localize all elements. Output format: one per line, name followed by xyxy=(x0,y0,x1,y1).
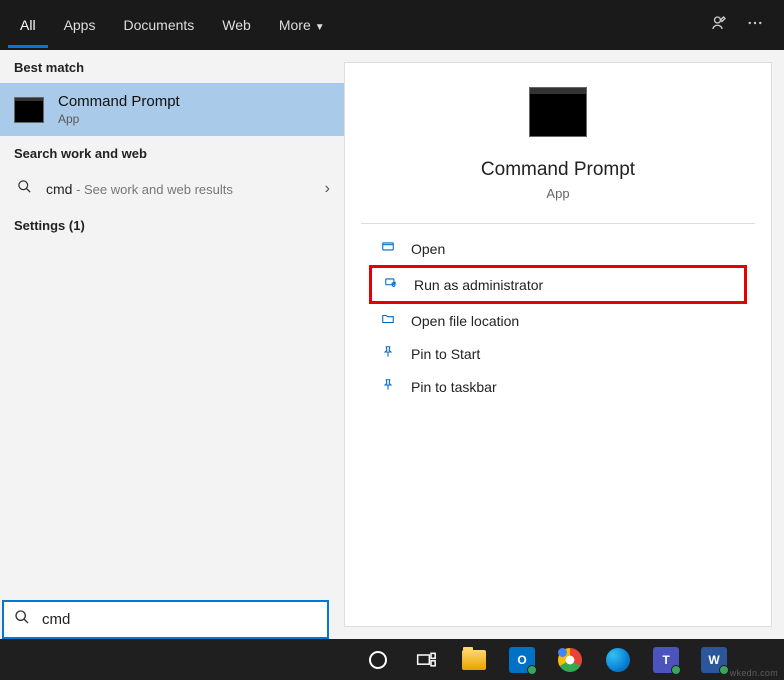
preview-panel: Command Prompt App Open Run as administr… xyxy=(344,62,772,627)
action-run-as-administrator[interactable]: Run as administrator xyxy=(369,265,747,304)
action-open-file-location[interactable]: Open file location xyxy=(369,304,747,337)
open-icon xyxy=(379,240,397,257)
chevron-down-icon: ▼ xyxy=(315,22,325,33)
preview-subtitle: App xyxy=(361,186,755,201)
best-match-label: Best match xyxy=(0,50,344,83)
search-input[interactable] xyxy=(42,611,317,628)
tab-all[interactable]: All xyxy=(8,3,48,48)
tab-documents[interactable]: Documents xyxy=(111,3,206,48)
best-match-result[interactable]: Command Prompt App xyxy=(0,83,344,136)
action-label: Open xyxy=(411,241,445,257)
outlook-icon: O xyxy=(509,647,535,673)
teams-icon: T xyxy=(653,647,679,673)
search-box[interactable] xyxy=(2,600,329,639)
watermark: wkedn.com xyxy=(730,668,778,678)
chrome-button[interactable] xyxy=(550,640,590,680)
teams-button[interactable]: T xyxy=(646,640,686,680)
preview-title: Command Prompt xyxy=(361,159,755,181)
command-prompt-icon xyxy=(529,87,587,137)
result-subtitle: App xyxy=(58,112,180,126)
action-pin-to-start[interactable]: Pin to Start xyxy=(369,337,747,370)
search-icon xyxy=(14,179,34,198)
chevron-right-icon: › xyxy=(325,180,330,198)
taskbar: O T W xyxy=(0,639,784,680)
cortana-icon xyxy=(369,651,387,669)
search-icon xyxy=(14,609,30,630)
filter-tabs: All Apps Documents Web More▼ xyxy=(8,3,710,48)
task-view-icon xyxy=(416,652,436,668)
action-label: Pin to Start xyxy=(411,346,480,362)
word-icon: W xyxy=(701,647,727,673)
word-button[interactable]: W xyxy=(694,640,734,680)
action-label: Open file location xyxy=(411,313,519,329)
divider xyxy=(361,223,755,224)
action-label: Pin to taskbar xyxy=(411,379,497,395)
action-pin-to-taskbar[interactable]: Pin to taskbar xyxy=(369,370,747,403)
web-result-text: cmd - See work and web results xyxy=(46,181,313,197)
edge-button[interactable] xyxy=(598,640,638,680)
command-prompt-icon xyxy=(14,97,44,123)
action-label: Run as administrator xyxy=(414,277,543,293)
pin-icon xyxy=(379,345,397,362)
pin-icon xyxy=(379,378,397,395)
admin-shield-icon xyxy=(382,276,400,293)
header-actions xyxy=(710,14,776,37)
outlook-button[interactable]: O xyxy=(502,640,542,680)
folder-icon xyxy=(462,650,486,670)
edge-icon xyxy=(606,648,630,672)
search-header: All Apps Documents Web More▼ xyxy=(0,0,784,50)
task-view-button[interactable] xyxy=(406,640,446,680)
result-title: Command Prompt xyxy=(58,93,180,110)
file-explorer-button[interactable] xyxy=(454,640,494,680)
tab-more[interactable]: More▼ xyxy=(267,3,337,48)
feedback-icon[interactable] xyxy=(710,14,728,37)
folder-icon xyxy=(379,312,397,329)
more-options-icon[interactable] xyxy=(746,14,764,37)
settings-label[interactable]: Settings (1) xyxy=(0,208,344,241)
tab-web[interactable]: Web xyxy=(210,3,263,48)
results-panel: Best match Command Prompt App Search wor… xyxy=(0,50,344,639)
tab-apps[interactable]: Apps xyxy=(52,3,108,48)
chrome-icon xyxy=(558,648,582,672)
action-open[interactable]: Open xyxy=(369,232,747,265)
web-search-result[interactable]: cmd - See work and web results › xyxy=(0,169,344,208)
cortana-button[interactable] xyxy=(358,640,398,680)
work-web-label: Search work and web xyxy=(0,136,344,169)
